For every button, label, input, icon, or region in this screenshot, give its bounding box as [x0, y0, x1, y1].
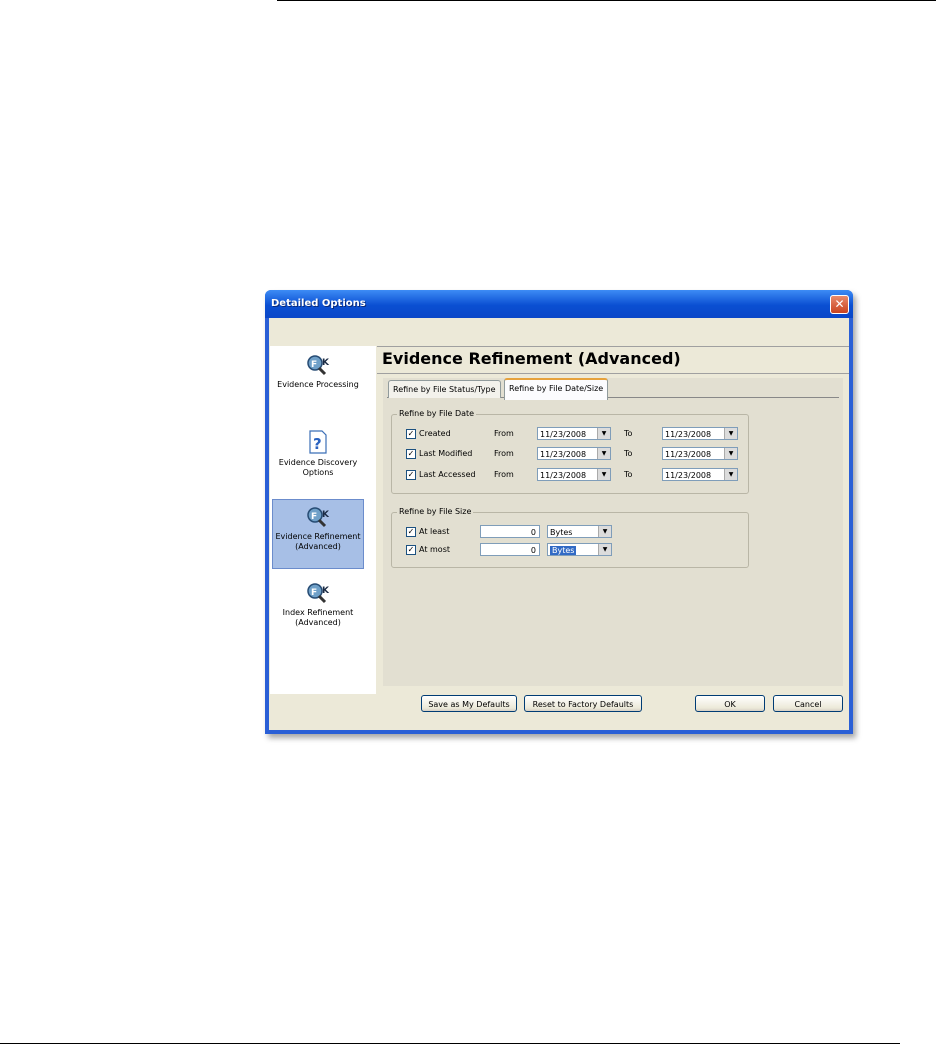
last-modified-label: Last Modified — [419, 449, 473, 458]
last-modified-to-date[interactable]: 11/23/2008 ▼ — [662, 447, 738, 460]
last-accessed-label: Last Accessed — [419, 470, 476, 479]
header-top-divider — [377, 346, 849, 347]
at-least-checkbox[interactable]: ✓ — [406, 527, 416, 537]
chevron-down-icon: ▼ — [724, 448, 737, 459]
last-accessed-to-date[interactable]: 11/23/2008 ▼ — [662, 468, 738, 481]
last-accessed-to-label: To — [624, 470, 633, 479]
chevron-down-icon: ▼ — [597, 448, 610, 459]
last-accessed-checkbox[interactable]: ✓ — [406, 470, 416, 480]
reset-to-factory-defaults-button[interactable]: Reset to Factory Defaults — [524, 695, 642, 712]
svg-text:?: ? — [313, 435, 322, 453]
options-sidebar: F K Evidence Processing ? Evidence Disco… — [270, 346, 376, 694]
at-least-label: At least — [419, 527, 450, 536]
ok-button[interactable]: OK — [695, 695, 765, 712]
help-question-icon: ? — [309, 430, 327, 454]
svg-text:K: K — [322, 358, 330, 368]
ftk-magnifier-icon: F K — [307, 355, 330, 376]
chevron-down-icon: ▼ — [724, 469, 737, 480]
file-size-legend: Refine by File Size — [397, 507, 474, 516]
chevron-down-icon: ▼ — [724, 428, 737, 439]
at-most-unit-select[interactable]: Bytes ▼ — [547, 543, 612, 556]
at-least-size-input[interactable]: 0 — [480, 525, 540, 538]
chevron-down-icon: ▼ — [598, 544, 611, 555]
sidebar-item-label: Evidence Refinement (Advanced) — [275, 532, 361, 551]
created-label: Created — [419, 429, 451, 438]
tab-file-status-type[interactable]: Refine by File Status/Type — [388, 380, 501, 398]
created-to-label: To — [624, 429, 633, 438]
detailed-options-dialog: Detailed Options ✕ F K Evidence Processi… — [265, 290, 853, 734]
last-modified-from-label: From — [494, 449, 514, 458]
created-from-label: From — [494, 429, 514, 438]
page-title: Evidence Refinement (Advanced) — [382, 349, 681, 368]
dialog-client-area: F K Evidence Processing ? Evidence Disco… — [269, 318, 849, 730]
at-most-size-input[interactable]: 0 — [480, 543, 540, 556]
sidebar-item-evidence-discovery[interactable]: ? Evidence Discovery Options — [273, 430, 363, 488]
at-least-unit-select[interactable]: Bytes ▼ — [547, 525, 612, 538]
sidebar-item-evidence-processing[interactable]: F K Evidence Processing — [273, 354, 363, 410]
dialog-title: Detailed Options — [271, 298, 366, 309]
sidebar-item-index-refinement[interactable]: F K Index Refinement (Advanced) — [273, 582, 363, 640]
last-modified-checkbox[interactable]: ✓ — [406, 449, 416, 459]
created-to-date[interactable]: 11/23/2008 ▼ — [662, 427, 738, 440]
chevron-down-icon: ▼ — [597, 428, 610, 439]
last-accessed-from-label: From — [494, 470, 514, 479]
close-button[interactable]: ✕ — [830, 295, 849, 314]
svg-text:F: F — [311, 512, 317, 522]
file-date-group: Refine by File Date ✓ Created From 11/23… — [391, 409, 749, 494]
svg-text:K: K — [322, 586, 330, 596]
file-size-group: Refine by File Size ✓ At least 0 Bytes ▼ … — [391, 507, 749, 568]
tab-panel: Refine by File Status/Type Refine by Fil… — [383, 378, 843, 686]
header-divider — [377, 373, 849, 374]
bottom-page-rule — [0, 1043, 900, 1044]
ftk-magnifier-icon: F K — [307, 507, 330, 528]
at-most-label: At most — [419, 545, 451, 554]
sidebar-item-label: Evidence Processing — [277, 380, 359, 389]
svg-text:F: F — [311, 588, 317, 598]
svg-text:F: F — [311, 360, 317, 370]
save-as-my-defaults-button[interactable]: Save as My Defaults — [421, 695, 517, 712]
created-checkbox[interactable]: ✓ — [406, 429, 416, 439]
last-accessed-from-date[interactable]: 11/23/2008 ▼ — [537, 468, 611, 481]
dialog-titlebar: Detailed Options ✕ — [265, 290, 853, 318]
sidebar-item-evidence-refinement[interactable]: F K Evidence Refinement (Advanced) — [272, 499, 364, 569]
cancel-button[interactable]: Cancel — [773, 695, 843, 712]
sidebar-item-label: Index Refinement (Advanced) — [282, 608, 354, 627]
last-modified-to-label: To — [624, 449, 633, 458]
file-date-legend: Refine by File Date — [397, 409, 477, 418]
last-modified-from-date[interactable]: 11/23/2008 ▼ — [537, 447, 611, 460]
chevron-down-icon: ▼ — [597, 469, 610, 480]
chevron-down-icon: ▼ — [598, 526, 611, 537]
tab-file-date-size[interactable]: Refine by File Date/Size — [504, 378, 609, 400]
ftk-magnifier-icon: F K — [307, 583, 330, 604]
top-page-rule — [277, 0, 936, 1]
created-from-date[interactable]: 11/23/2008 ▼ — [537, 427, 611, 440]
sidebar-item-label: Evidence Discovery Options — [278, 458, 358, 477]
at-most-checkbox[interactable]: ✓ — [406, 545, 416, 555]
svg-text:K: K — [322, 510, 330, 520]
